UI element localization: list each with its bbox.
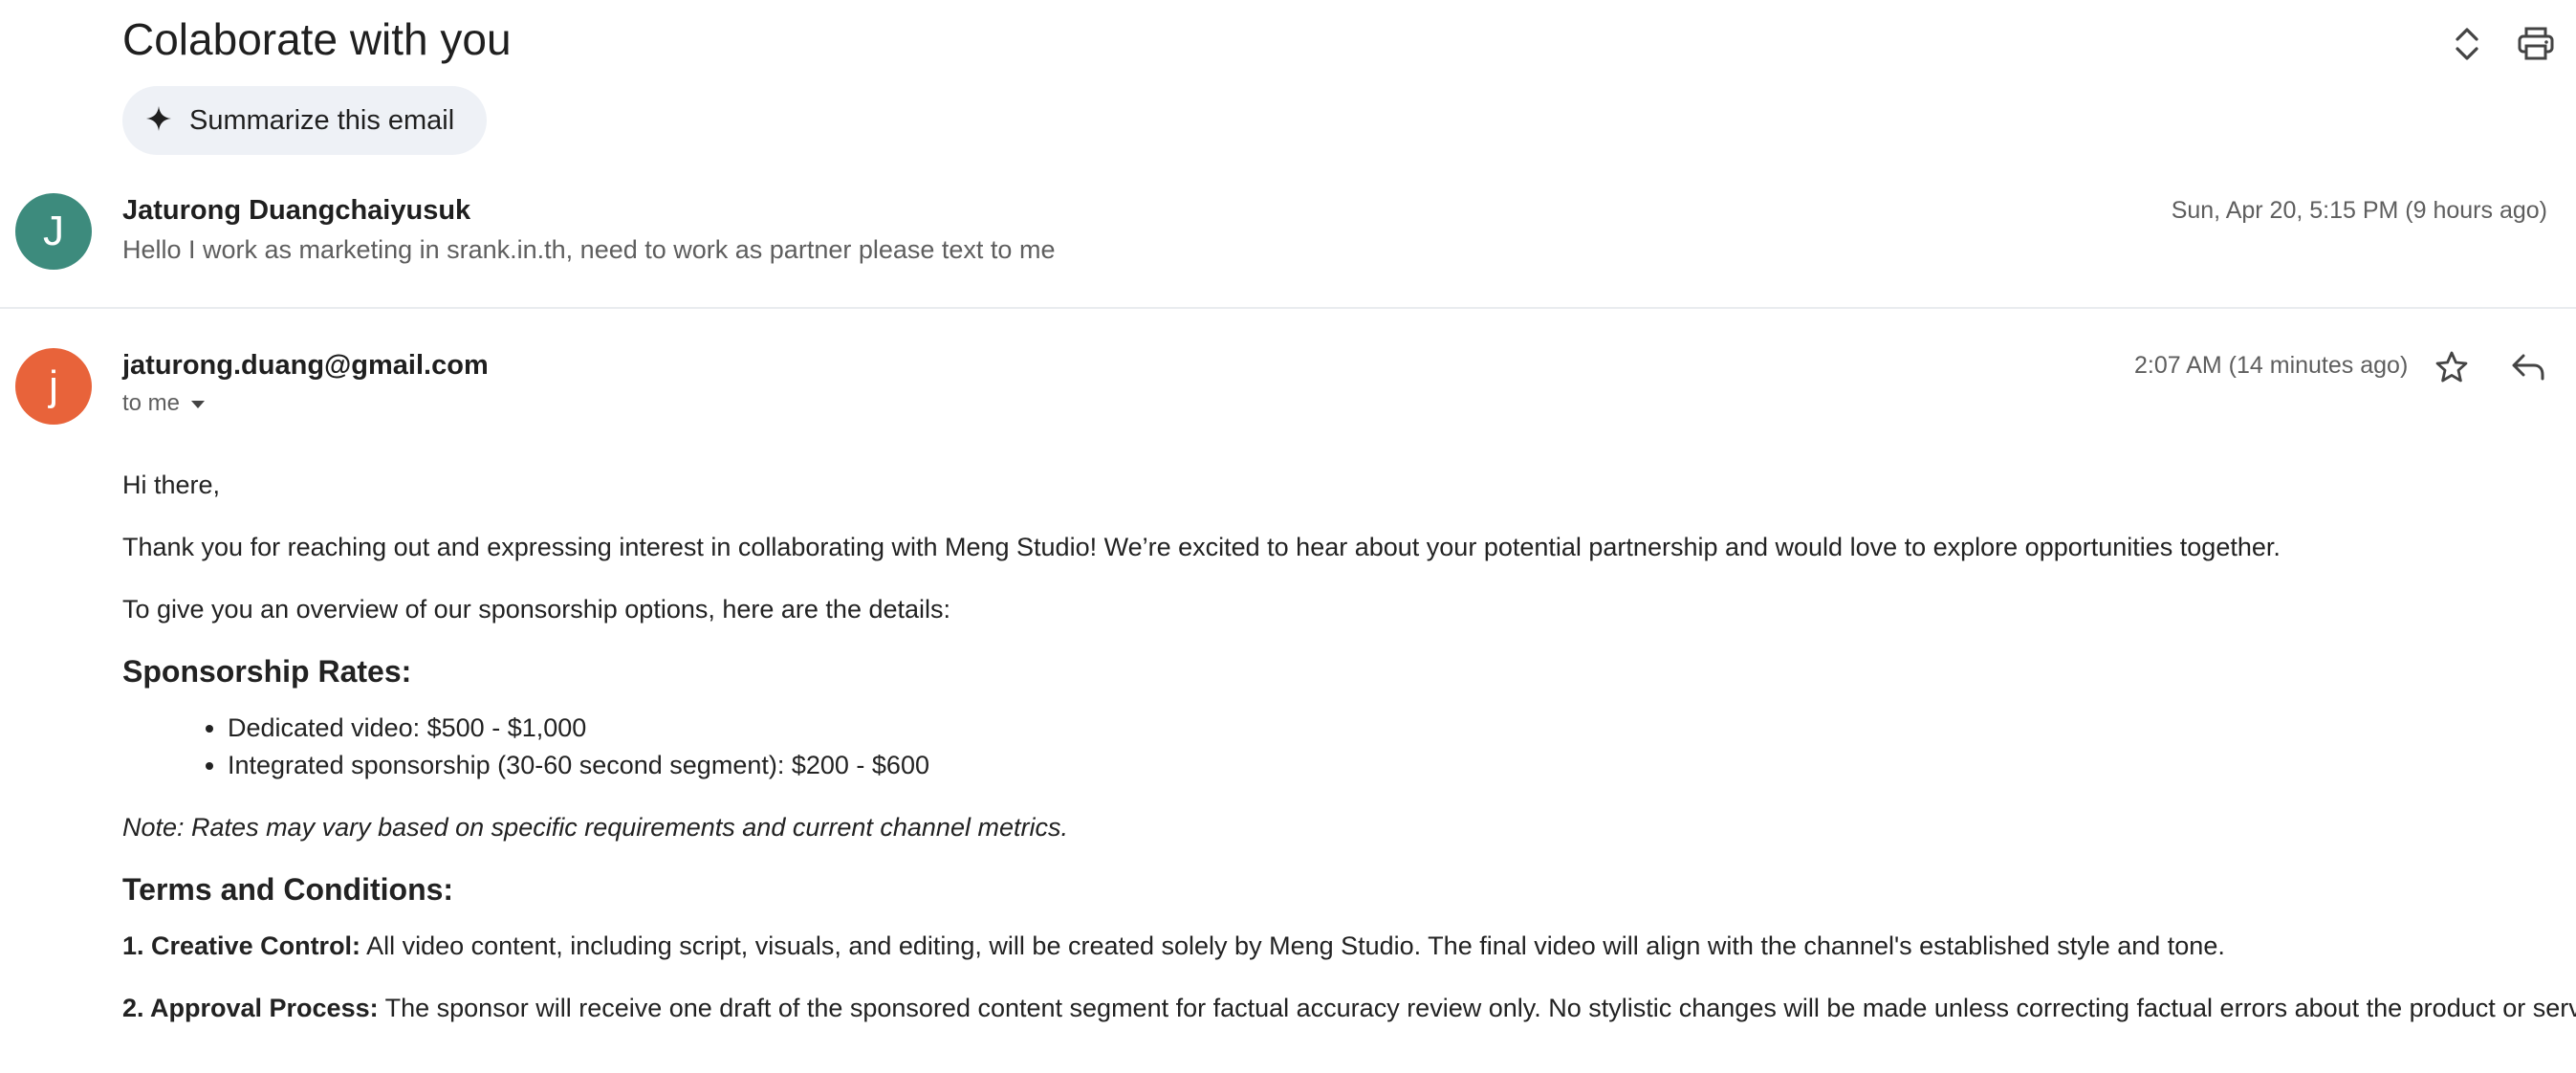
- overview-paragraph: To give you an overview of our sponsorsh…: [122, 595, 951, 624]
- chevron-down-icon: [189, 390, 207, 417]
- avatar: j: [15, 348, 92, 425]
- print-icon[interactable]: [2509, 17, 2563, 71]
- summarize-email-button[interactable]: Summarize this email: [122, 86, 488, 155]
- reply-icon[interactable]: [2501, 340, 2555, 394]
- recipient-details[interactable]: to me: [122, 390, 207, 417]
- rates-heading: Sponsorship Rates:: [122, 654, 412, 689]
- email-body: Hi there, Thank you for reaching out and…: [122, 467, 2576, 1052]
- collapsed-message[interactable]: J Jaturong Duangchaiyusuk Hello I work a…: [0, 187, 2576, 302]
- term-item: 1. Creative Control: All video content, …: [122, 928, 2551, 965]
- sender-email[interactable]: jaturong.duang@gmail.com: [122, 350, 489, 382]
- expand-collapse-icon[interactable]: [2440, 17, 2494, 71]
- recipient-label: to me: [122, 390, 181, 416]
- message-date: Sun, Apr 20, 5:15 PM (9 hours ago): [2171, 197, 2547, 224]
- term-text: The sponsor will receive one draft of th…: [378, 994, 2576, 1022]
- term-text: All video content, including script, vis…: [360, 931, 2225, 960]
- terms-heading: Terms and Conditions:: [122, 872, 454, 907]
- rates-list: Dedicated video: $500 - $1,000 Integrate…: [122, 710, 2551, 784]
- term-item: 2. Approval Process: The sponsor will re…: [122, 990, 2576, 1027]
- rate-item: Dedicated video: $500 - $1,000: [228, 710, 2551, 747]
- email-subject: Colaborate with you: [122, 14, 512, 64]
- star-icon[interactable]: [2425, 340, 2478, 394]
- rate-item: Integrated sponsorship (30-60 second seg…: [228, 747, 2551, 784]
- summarize-label: Summarize this email: [189, 104, 455, 136]
- greeting: Hi there,: [122, 471, 221, 499]
- term-title: 1. Creative Control:: [122, 931, 361, 960]
- message-date: 2:07 AM (14 minutes ago): [2134, 352, 2409, 379]
- avatar: J: [15, 193, 92, 270]
- term-title: 2. Approval Process:: [122, 994, 379, 1022]
- message-divider: [0, 307, 2576, 309]
- intro-paragraph: Thank you for reaching out and expressin…: [122, 533, 2281, 561]
- sender-name: Jaturong Duangchaiyusuk: [122, 195, 471, 226]
- rates-note: Note: Rates may vary based on specific r…: [122, 813, 1068, 842]
- sparkle-icon: [145, 105, 172, 137]
- message-snippet: Hello I work as marketing in srank.in.th…: [122, 235, 1056, 264]
